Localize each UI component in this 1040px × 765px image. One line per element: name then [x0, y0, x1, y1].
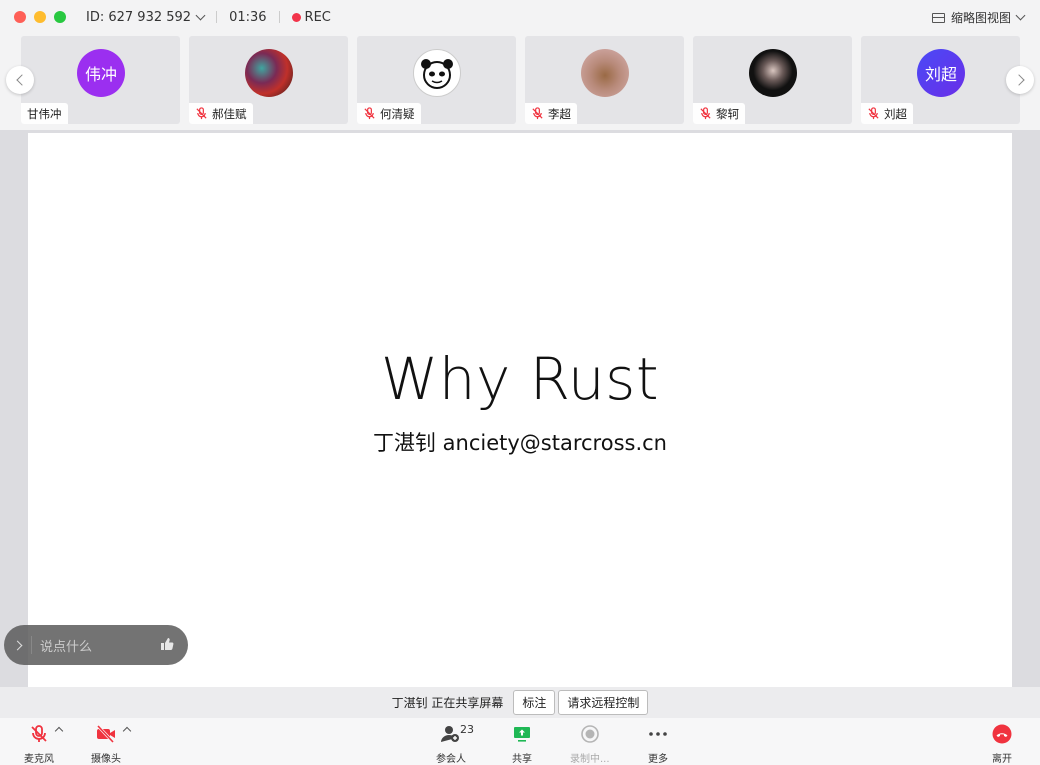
scroll-right-button[interactable]	[1006, 66, 1034, 94]
rec-label: REC	[304, 9, 331, 25]
shared-screen-area: Why Rust 丁湛钊 anciety@starcross.cn	[0, 130, 1040, 687]
participant-tile[interactable]: 郝佳赋	[189, 36, 348, 124]
camera-button[interactable]: 摄像头	[91, 724, 121, 765]
hang-up-icon	[992, 724, 1012, 747]
participant-tile[interactable]: 伟冲 甘伟冲	[21, 36, 180, 124]
chat-placeholder[interactable]: 说点什么	[40, 636, 160, 655]
mic-muted-icon	[29, 724, 49, 747]
mic-muted-icon	[867, 107, 880, 120]
chat-input-bar[interactable]: 说点什么	[4, 625, 188, 665]
avatar-text: 伟冲	[84, 65, 117, 84]
participants-icon	[440, 724, 462, 747]
view-mode-dropdown[interactable]: 缩略图视图	[931, 9, 1026, 26]
share-label: 共享	[512, 754, 532, 765]
more-button[interactable]: 更多	[648, 724, 668, 765]
annotate-button[interactable]: 标注	[513, 690, 556, 715]
share-button[interactable]: 共享	[512, 724, 532, 765]
mic-muted-icon	[195, 107, 208, 120]
share-screen-icon	[512, 724, 532, 747]
participants-label: 参会人	[436, 754, 466, 765]
minimize-window-button[interactable]	[34, 11, 46, 23]
chevron-left-icon	[15, 74, 28, 86]
avatar: 伟冲	[77, 49, 125, 97]
slide-subtitle: 丁湛钊 anciety@starcross.cn	[372, 431, 667, 455]
participant-name-tag: 黎轲	[693, 103, 745, 124]
request-remote-control-button[interactable]: 请求远程控制	[558, 690, 649, 715]
meeting-toolbar: 麦克风 摄像头 参会人 23 共享 录制中... 更多 离开	[0, 718, 1040, 765]
mic-muted-icon	[531, 107, 544, 120]
meeting-id-text: ID: 627 932 592	[86, 9, 192, 25]
view-mode-label: 缩略图视图	[950, 11, 1011, 25]
scroll-left-button[interactable]	[6, 66, 34, 94]
divider	[31, 636, 32, 654]
participants-count: 23	[460, 723, 474, 736]
participant-name: 黎轲	[716, 106, 739, 121]
chevron-right-icon	[1012, 74, 1025, 86]
mic-muted-icon	[699, 107, 712, 120]
divider	[216, 11, 218, 23]
camera-label: 摄像头	[91, 754, 121, 765]
camera-off-icon	[95, 724, 117, 747]
more-label: 更多	[648, 754, 668, 765]
chevron-right-icon[interactable]	[12, 640, 23, 650]
divider	[278, 11, 280, 23]
window-controls	[14, 11, 66, 23]
mic-options-caret-icon[interactable]	[54, 726, 64, 736]
participant-name-tag: 李超	[525, 103, 577, 124]
participant-tile[interactable]: 何清疑	[357, 36, 516, 124]
title-bar: ID: 627 932 592 01:36 REC 缩略图视图	[0, 0, 1040, 34]
avatar-text: 刘超	[924, 65, 957, 84]
meeting-timer: 01:36	[229, 9, 267, 25]
participant-tile[interactable]: 刘超 刘超	[861, 36, 1020, 124]
panda-face-icon	[421, 59, 453, 89]
maximize-window-button[interactable]	[54, 11, 66, 23]
mic-muted-icon	[363, 107, 376, 120]
thumbnail-view-icon	[931, 12, 945, 23]
participant-strip: 伟冲 甘伟冲 郝佳赋 何清疑 李超 黎轲 刘超 刘超	[0, 34, 1040, 130]
camera-options-caret-icon[interactable]	[122, 726, 132, 736]
shared-slide: Why Rust 丁湛钊 anciety@starcross.cn	[28, 133, 1012, 687]
slide-title: Why Rust	[380, 345, 660, 413]
participant-name-tag: 刘超	[861, 103, 913, 124]
recording-indicator: REC	[291, 9, 331, 25]
participant-tile[interactable]: 黎轲	[693, 36, 852, 124]
avatar	[413, 49, 461, 97]
leave-meeting-button[interactable]: 离开	[992, 724, 1012, 765]
chevron-down-icon	[195, 10, 206, 20]
participant-name-tag: 郝佳赋	[189, 103, 253, 124]
participant-tile[interactable]: 李超	[525, 36, 684, 124]
participant-name-tag: 何清疑	[357, 103, 421, 124]
microphone-label: 麦克风	[24, 754, 54, 765]
microphone-button[interactable]: 麦克风	[24, 724, 54, 765]
avatar	[245, 49, 293, 97]
participant-name-tag: 甘伟冲	[21, 103, 68, 124]
share-status-text: 丁湛钊 正在共享屏幕	[391, 696, 504, 710]
avatar: 刘超	[917, 49, 965, 97]
chevron-down-icon	[1015, 10, 1026, 21]
meeting-id-dropdown[interactable]: ID: 627 932 592	[86, 9, 206, 25]
close-window-button[interactable]	[14, 11, 26, 23]
thumbs-up-icon[interactable]	[160, 636, 174, 655]
record-dot-icon	[291, 12, 301, 22]
record-icon	[580, 724, 600, 747]
avatar	[581, 49, 629, 97]
recording-label: 录制中...	[570, 754, 610, 765]
avatar	[749, 49, 797, 97]
participant-name: 李超	[548, 106, 571, 121]
screen-share-bar: 丁湛钊 正在共享屏幕 标注 请求远程控制	[0, 687, 1040, 718]
participant-name: 刘超	[884, 106, 907, 121]
leave-label: 离开	[992, 754, 1012, 765]
more-icon	[648, 724, 668, 747]
recording-button[interactable]: 录制中...	[570, 724, 610, 765]
participant-name: 何清疑	[380, 106, 415, 121]
participant-name: 郝佳赋	[212, 106, 247, 121]
participant-name: 甘伟冲	[27, 106, 62, 121]
